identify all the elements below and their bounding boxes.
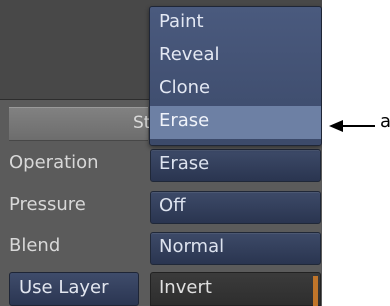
operation-dropdown-menu: Paint Reveal Clone Erase — [149, 6, 322, 146]
menu-item-clone[interactable]: Clone — [150, 73, 321, 106]
menu-item-paint[interactable]: Paint — [150, 7, 321, 40]
invert-accent-stripe — [313, 276, 318, 306]
section-header-bar: St — [9, 107, 151, 141]
blend-field[interactable]: Normal — [150, 232, 321, 265]
use-layer-button[interactable]: Use Layer — [9, 272, 139, 306]
callout-arrow-icon — [329, 120, 375, 132]
section-header-text: St — [133, 113, 151, 133]
pressure-field[interactable]: Off — [150, 191, 321, 224]
callout-letter: a — [380, 111, 390, 132]
invert-label: Invert — [159, 277, 212, 298]
settings-panel: St Operation Erase Pressure Off Blend No… — [0, 0, 322, 306]
operation-label: Operation — [9, 152, 99, 173]
menu-item-erase[interactable]: Erase — [150, 106, 321, 139]
pressure-label: Pressure — [9, 194, 86, 215]
operation-dropdown[interactable]: Erase — [150, 149, 321, 182]
invert-field[interactable]: Invert — [150, 272, 321, 306]
menu-item-reveal[interactable]: Reveal — [150, 40, 321, 73]
blend-label: Blend — [9, 235, 61, 256]
